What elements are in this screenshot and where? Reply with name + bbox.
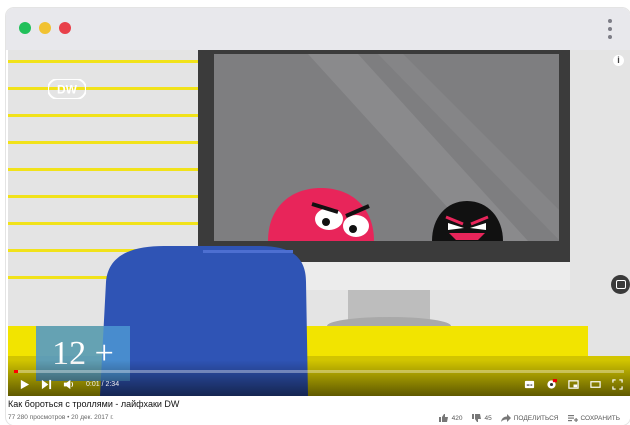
dw-logo: DW: [48, 79, 86, 99]
settings-icon[interactable]: [545, 379, 558, 390]
kebab-menu-icon[interactable]: [608, 19, 612, 39]
dislike-count: 45: [484, 414, 492, 422]
window-minimize-button[interactable]: [39, 22, 51, 34]
subtitles-icon[interactable]: [523, 379, 536, 390]
video-info: Как бороться с троллями - лайфхаки DW 77…: [8, 396, 630, 425]
dislike-button[interactable]: 45: [471, 414, 492, 422]
window-maximize-button[interactable]: [59, 22, 71, 34]
playlist-add-icon: [567, 415, 578, 422]
share-label: ПОДЕЛИТЬСЯ: [513, 414, 559, 422]
view-count-date: 77 280 просмотров • 20 дек. 2017 г.: [8, 414, 114, 421]
share-icon: [500, 414, 511, 422]
thumbs-up-icon: [438, 414, 448, 422]
progress-bar[interactable]: [14, 370, 624, 373]
like-count: 420: [451, 414, 463, 422]
fullscreen-icon[interactable]: [611, 379, 624, 390]
theater-mode-icon[interactable]: [589, 379, 602, 390]
title-bar: [6, 8, 630, 50]
video-title: Как бороться с троллями - лайфхаки DW: [8, 399, 180, 409]
info-icon[interactable]: i: [613, 55, 624, 66]
share-button[interactable]: ПОДЕЛИТЬСЯ: [500, 414, 559, 422]
video-player[interactable]: i DW 12 + 0:01 / 2:34: [8, 50, 630, 396]
save-button[interactable]: СОХРАНИТЬ: [567, 414, 621, 422]
progress-fill: [14, 370, 19, 373]
video-actions: 420 45 ПОДЕЛИТЬСЯ СОХРАНИТЬ: [438, 414, 621, 422]
thumbs-down-icon: [471, 414, 481, 422]
miniplayer-icon[interactable]: [611, 275, 630, 294]
monitor-screen: [214, 54, 559, 241]
miniplayer-control-icon[interactable]: [567, 379, 580, 390]
like-button[interactable]: 420: [438, 414, 463, 422]
volume-icon[interactable]: [62, 379, 75, 390]
time-display: 0:01 / 2:34: [86, 381, 120, 388]
play-icon[interactable]: [18, 379, 31, 390]
player-controls: 0:01 / 2:34: [8, 360, 630, 396]
svg-text:DW: DW: [57, 83, 78, 97]
save-label: СОХРАНИТЬ: [580, 414, 621, 422]
window-close-button[interactable]: [19, 22, 31, 34]
next-icon[interactable]: [40, 379, 53, 390]
browser-window: i DW 12 + 0:01 / 2:34 Как бороться с тро…: [6, 8, 630, 425]
